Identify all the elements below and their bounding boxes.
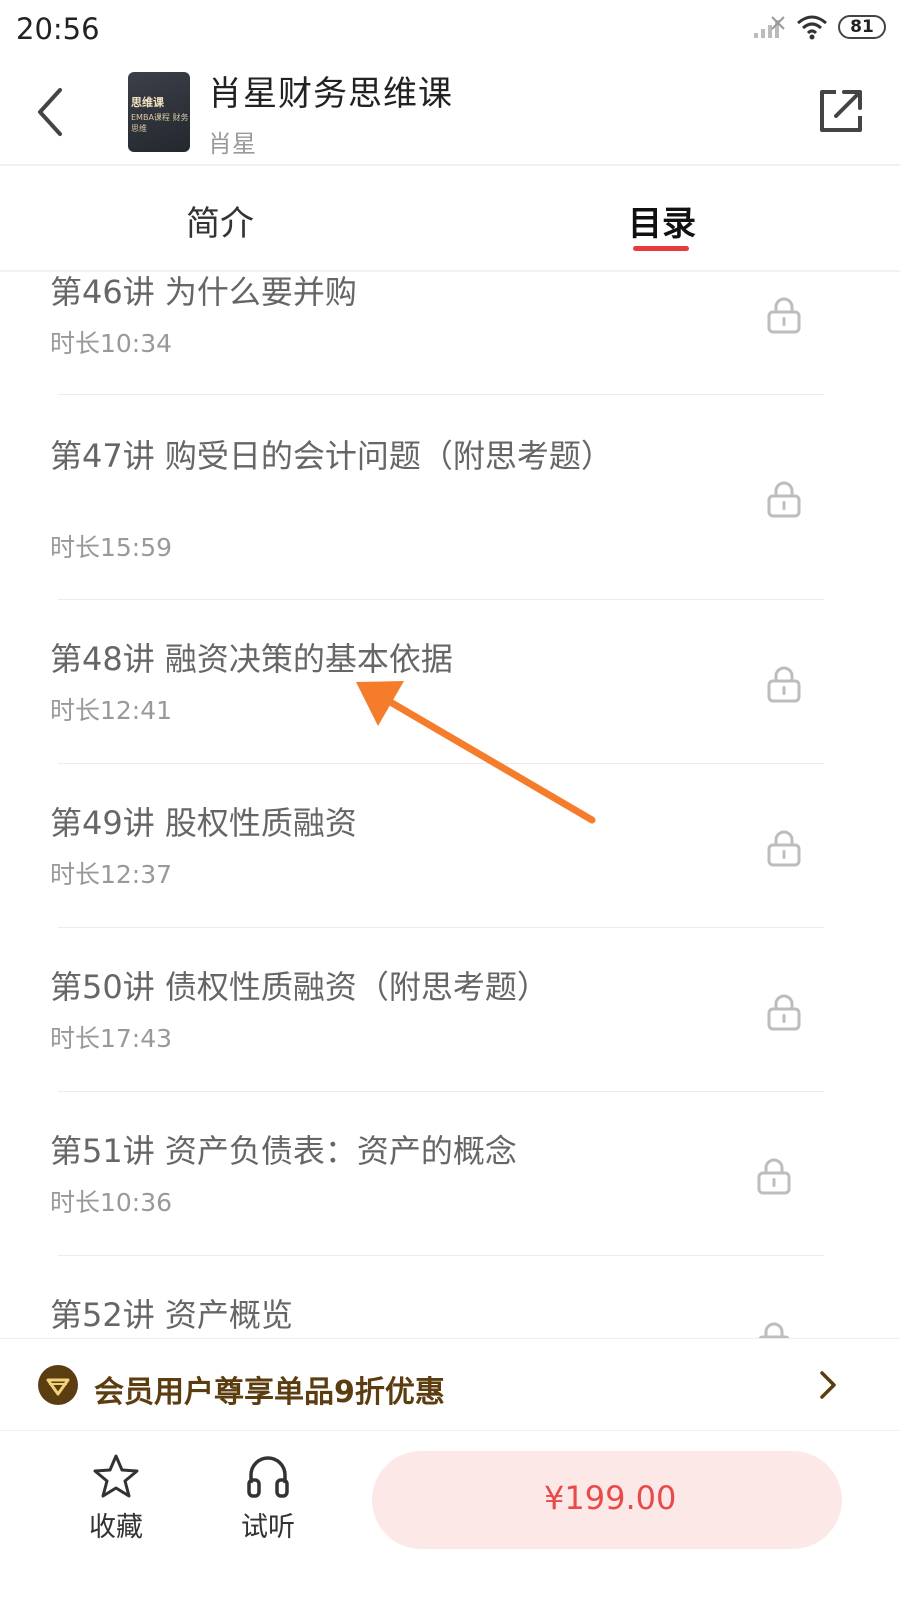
list-separator	[58, 763, 824, 764]
course-title: 肖星财务思维课	[208, 74, 453, 114]
lesson-title: 第50讲 债权性质融资（附思考题）	[50, 968, 549, 1006]
list-separator	[58, 1255, 824, 1256]
tab-toc[interactable]: 目录	[628, 196, 696, 245]
lesson-list[interactable]: 第46讲 为什么要并购 时长10:34 第47讲 购受日的会计问题（附思考题） …	[0, 272, 900, 1338]
promo-text: 会员用户尊享单品9折优惠	[94, 1375, 445, 1410]
bottom-action-bar: 收藏 试听 ¥199.00	[0, 1430, 900, 1601]
cover-subtitle: EMBA课程 财务思维	[131, 113, 189, 133]
status-time: 20:56	[16, 12, 100, 46]
lock-icon	[767, 666, 801, 703]
lock-icon	[767, 994, 801, 1031]
course-cover: 思维课 EMBA课程 财务思维	[128, 72, 190, 152]
favorite-label: 收藏	[89, 1512, 143, 1543]
lock-icon	[757, 1158, 791, 1195]
battery-indicator: 81	[838, 15, 886, 39]
trial-label: 试听	[241, 1512, 295, 1543]
lesson-duration: 时长10:34	[50, 329, 173, 358]
favorite-button[interactable]: 收藏	[66, 1453, 166, 1544]
lesson-duration: 时长17:43	[50, 1024, 173, 1053]
cover-title: 思维课	[131, 96, 164, 109]
lesson-title: 第51讲 资产负债表：资产的概念	[50, 1132, 517, 1170]
header-divider	[0, 164, 900, 166]
lesson-duration: 时长10:36	[50, 1188, 173, 1217]
lesson-title: 第46讲 为什么要并购	[50, 273, 357, 311]
share-icon[interactable]	[816, 86, 866, 136]
lock-icon	[767, 297, 801, 334]
list-separator	[58, 927, 824, 928]
lock-icon	[767, 830, 801, 867]
back-icon[interactable]	[30, 84, 70, 140]
member-badge-icon	[38, 1365, 78, 1405]
trial-listen-button[interactable]: 试听	[218, 1453, 318, 1544]
headphones-icon	[247, 1456, 289, 1498]
tab-active-indicator	[633, 246, 689, 251]
wifi-icon	[797, 15, 827, 40]
list-separator	[58, 394, 824, 395]
signal-icon	[754, 16, 785, 38]
list-separator	[58, 599, 824, 600]
list-separator	[58, 1091, 824, 1092]
lesson-duration: 时长15:59	[50, 533, 173, 562]
chevron-right-icon	[820, 1371, 836, 1399]
lesson-title: 第47讲 购受日的会计问题（附思考题）	[50, 437, 613, 475]
lesson-duration: 时长12:37	[50, 860, 173, 889]
buy-button[interactable]: ¥199.00	[372, 1451, 842, 1549]
lesson-title: 第48讲 融资决策的基本依据	[50, 640, 453, 678]
member-promo-bar[interactable]: 会员用户尊享单品9折优惠	[0, 1338, 900, 1431]
lesson-title: 第49讲 股权性质融资	[50, 804, 357, 842]
lock-icon	[758, 1322, 790, 1338]
star-icon	[93, 1454, 139, 1498]
lesson-duration: 时长12:41	[50, 696, 173, 725]
status-icons: 81	[752, 14, 886, 40]
lock-icon	[767, 481, 801, 518]
course-author: 肖星	[208, 130, 256, 158]
lesson-title: 第52讲 资产概览	[50, 1296, 293, 1334]
tab-intro[interactable]: 简介	[186, 196, 254, 245]
price-label: ¥199.00	[544, 1479, 677, 1517]
